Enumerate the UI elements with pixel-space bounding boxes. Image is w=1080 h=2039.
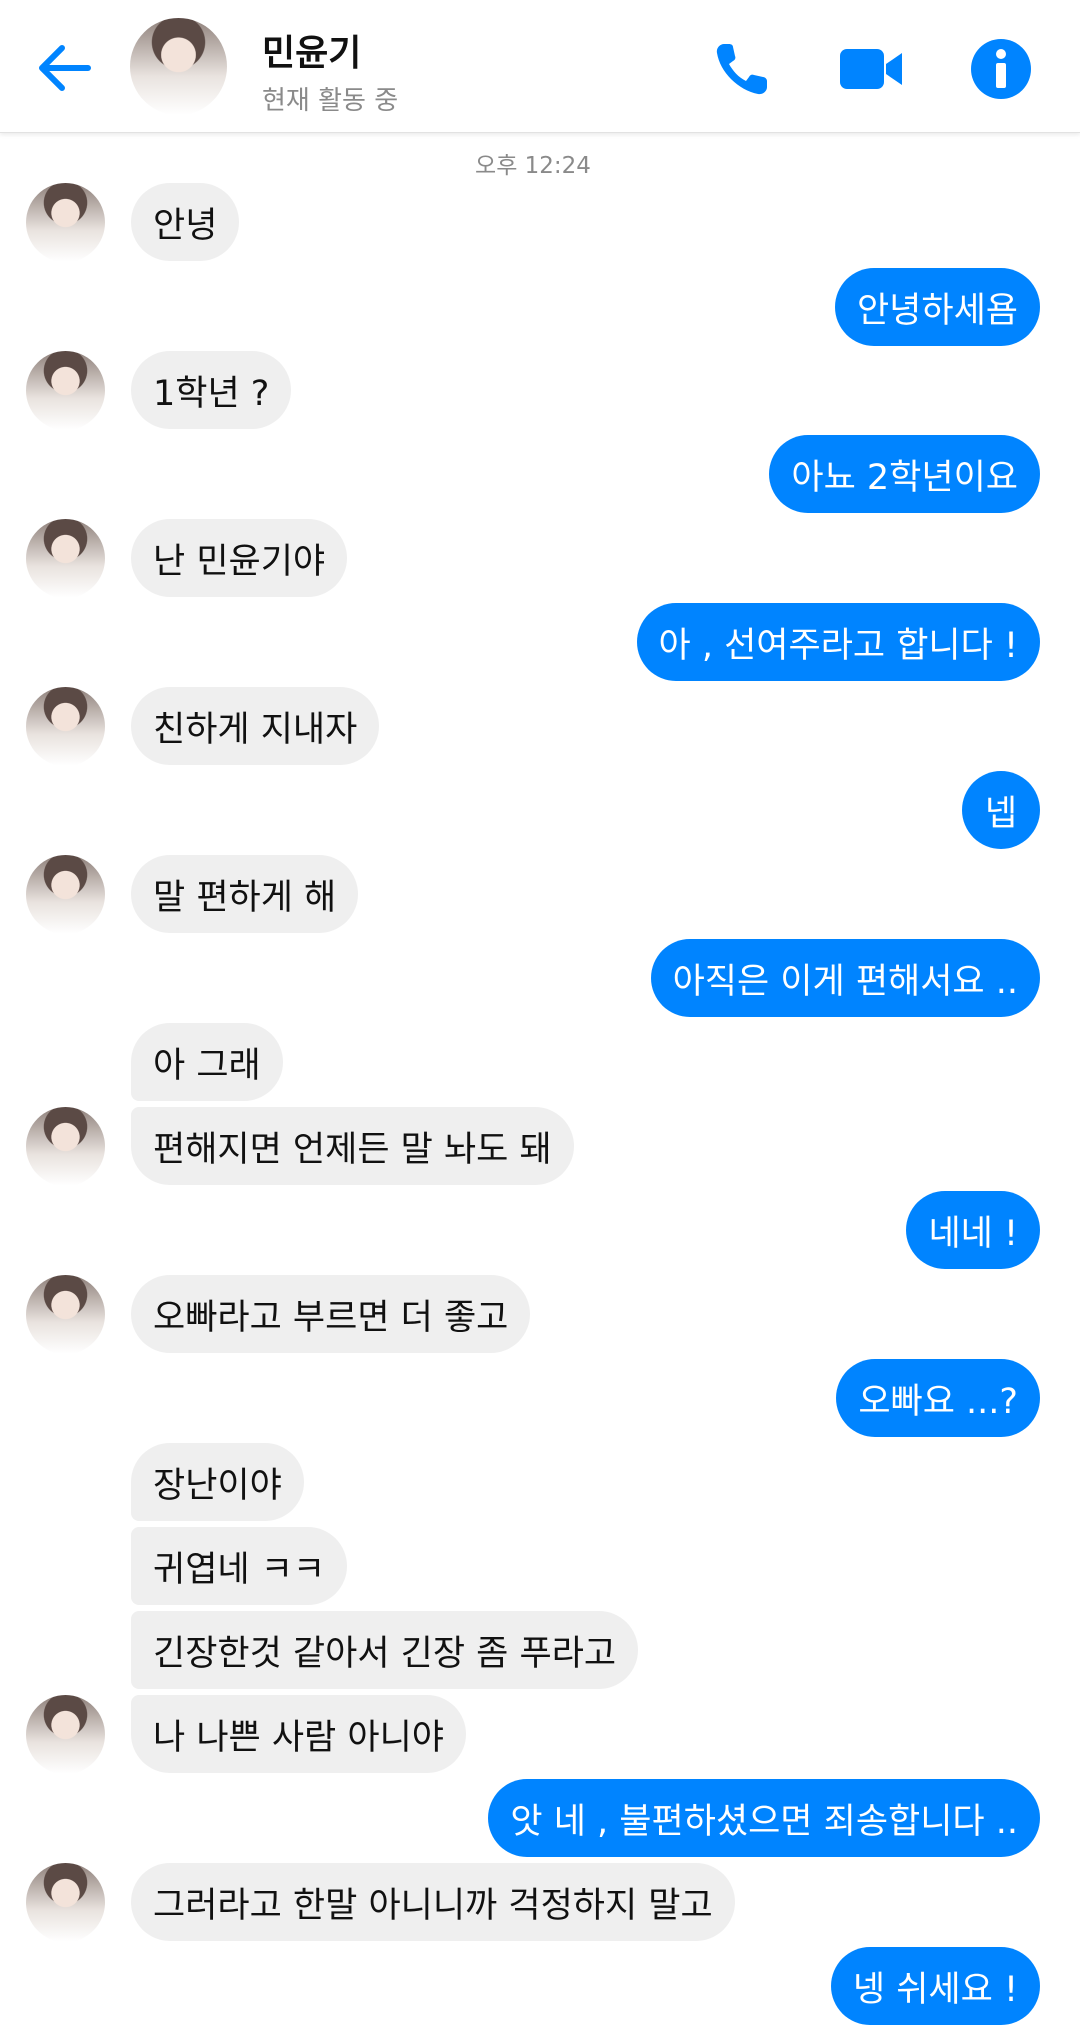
sent-message[interactable]: 오빠요 ...? — [836, 1359, 1040, 1437]
received-message[interactable]: 안녕 — [131, 183, 240, 261]
received-message[interactable]: 말 편하게 해 — [131, 855, 359, 933]
info-icon[interactable] — [968, 36, 1034, 102]
sent-message[interactable]: 안녕하세욤 — [834, 268, 1040, 346]
sender-avatar[interactable] — [26, 519, 105, 598]
sent-message[interactable]: 아직은 이게 편해서요 .. — [650, 939, 1040, 1017]
message-timestamp: 오후 12:24 — [475, 153, 591, 179]
sender-avatar[interactable] — [26, 1107, 105, 1186]
sent-message[interactable]: 앗 네 , 불편하셨으면 죄송합니다 .. — [488, 1779, 1040, 1857]
sender-avatar[interactable] — [26, 855, 105, 934]
sent-message[interactable]: 아 , 선여주라고 합니다 ! — [636, 603, 1040, 681]
sender-avatar[interactable] — [26, 1863, 105, 1942]
sent-message[interactable]: 넹 쉬세요 ! — [830, 1947, 1040, 2025]
chat-header: 민윤기 현재 활동 중 — [0, 0, 1080, 133]
back-arrow-icon[interactable] — [32, 36, 96, 100]
sender-avatar[interactable] — [26, 1695, 105, 1774]
contact-avatar[interactable] — [130, 18, 227, 115]
sent-message[interactable]: 넵 — [962, 771, 1040, 849]
sender-avatar[interactable] — [26, 351, 105, 430]
sent-message[interactable]: 네네 ! — [906, 1191, 1040, 1269]
received-message[interactable]: 아 그래 — [131, 1023, 283, 1101]
received-message[interactable]: 나 나쁜 사람 아니야 — [131, 1695, 466, 1773]
active-status: 현재 활동 중 — [262, 86, 399, 116]
sender-avatar[interactable] — [26, 183, 105, 262]
received-message[interactable]: 편해지면 언제든 말 놔도 돼 — [131, 1107, 574, 1185]
sender-avatar[interactable] — [26, 1275, 105, 1354]
sender-avatar[interactable] — [26, 687, 105, 766]
received-message[interactable]: 오빠라고 부르면 더 좋고 — [131, 1275, 531, 1353]
received-message[interactable]: 친하게 지내자 — [131, 687, 380, 765]
received-message[interactable]: 1학년 ? — [131, 351, 292, 429]
received-message[interactable]: 난 민윤기야 — [131, 519, 348, 597]
received-message[interactable]: 그러라고 한말 아니니까 걱정하지 말고 — [131, 1863, 735, 1941]
received-message[interactable]: 긴장한것 같아서 긴장 좀 푸라고 — [131, 1611, 639, 1689]
sent-message[interactable]: 아뇨 2학년이요 — [769, 435, 1040, 513]
received-message[interactable]: 장난이야 — [131, 1443, 304, 1521]
video-camera-icon[interactable] — [838, 36, 904, 102]
received-message[interactable]: 귀엽네 ㅋㅋ — [131, 1527, 348, 1605]
phone-icon[interactable] — [710, 36, 776, 102]
contact-name[interactable]: 민윤기 — [262, 24, 361, 76]
